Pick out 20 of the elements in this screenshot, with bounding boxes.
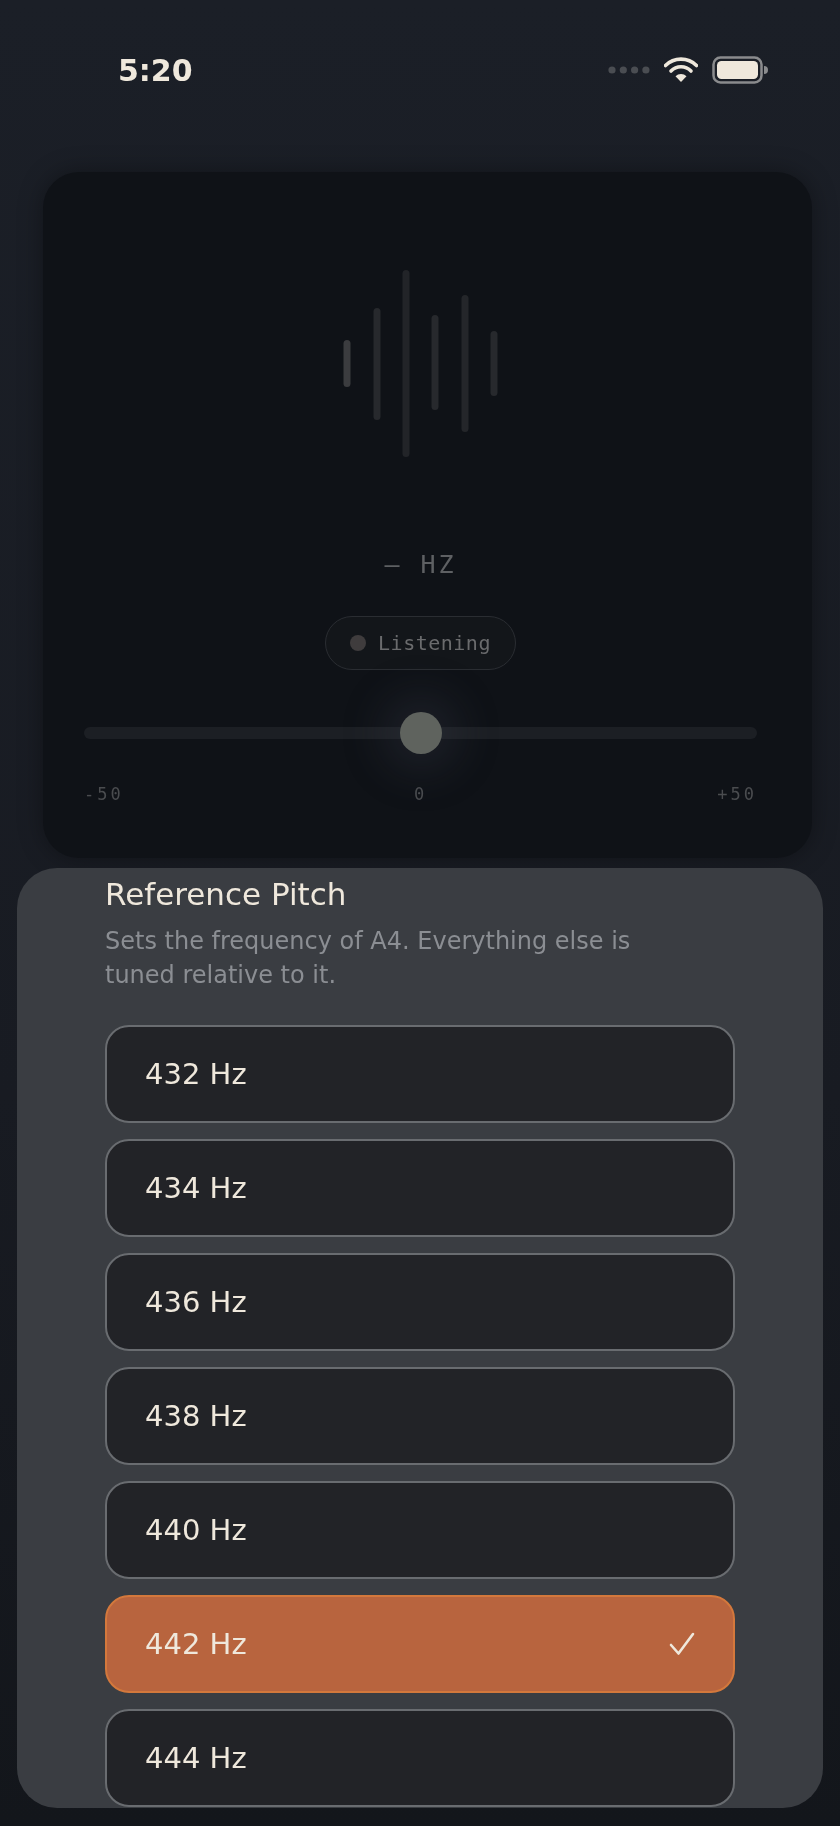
signal-icon: [608, 66, 650, 74]
frequency-readout: — HZ: [384, 549, 457, 581]
status-time: 5:20: [118, 52, 193, 88]
pitch-option[interactable]: 444 Hz: [105, 1709, 735, 1807]
check-icon: [669, 1632, 695, 1656]
meter-tick-label: +50: [717, 784, 757, 804]
meter-tick-label: 0: [413, 784, 428, 804]
pitch-option[interactable]: 442 Hz: [105, 1595, 735, 1693]
pitch-option[interactable]: 436 Hz: [105, 1253, 735, 1351]
battery-icon: [712, 56, 768, 84]
pitch-option[interactable]: 438 Hz: [105, 1367, 735, 1465]
wifi-icon: [664, 57, 698, 83]
sheet-title: Reference Pitch: [105, 875, 348, 914]
pitch-option[interactable]: 432 Hz: [105, 1025, 735, 1123]
pitch-option[interactable]: 440 Hz: [105, 1481, 735, 1579]
status-dot-icon: [350, 635, 367, 651]
pitch-option[interactable]: 434 Hz: [105, 1139, 735, 1237]
status-label: Listening: [378, 631, 491, 655]
meter-tick-label: -50: [84, 784, 124, 804]
sheet-description: Sets the frequency of A4. Everything else is tuned relative to it.: [105, 926, 632, 991]
